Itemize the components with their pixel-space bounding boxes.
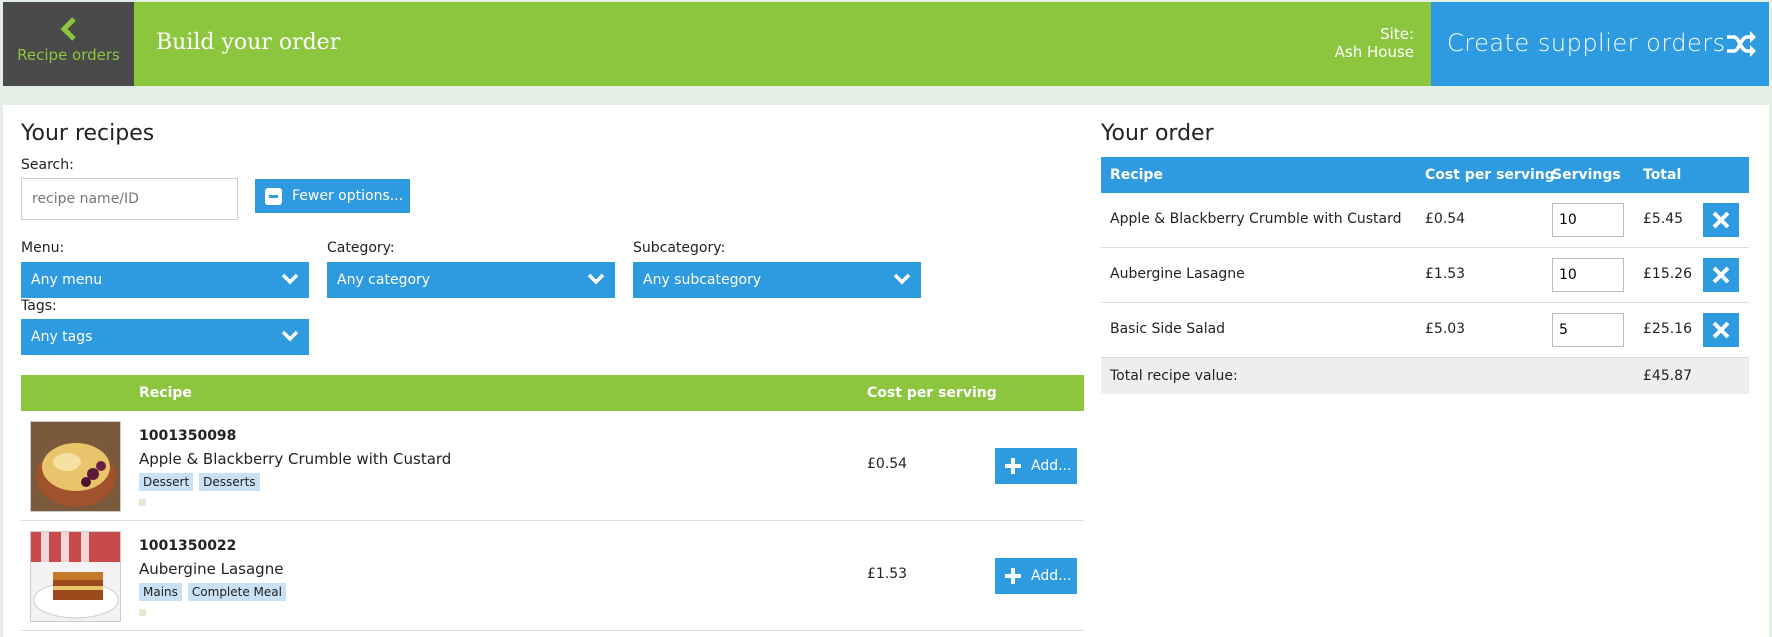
recipe-name: Apple & Blackberry Crumble with Custard — [139, 450, 452, 468]
top-header: Recipe orders Build your order Site: Ash… — [3, 2, 1769, 86]
recipe-id: 1001350098 — [139, 428, 237, 444]
search-input[interactable] — [21, 178, 238, 220]
add-button-label: Add... — [1031, 568, 1072, 584]
page-title: Build your order — [156, 30, 341, 55]
add-recipe-button[interactable]: Add... — [995, 448, 1077, 484]
order-row: Aubergine Lasagne £1.53 £15.26 — [1101, 248, 1749, 303]
order-row: Basic Side Salad £5.03 £25.16 — [1101, 303, 1749, 358]
category-dropdown-value: Any category — [337, 272, 431, 288]
your-order-title: Your order — [1101, 121, 1214, 146]
tags-dropdown[interactable]: Any tags — [21, 319, 309, 355]
servings-input[interactable] — [1552, 258, 1624, 292]
subcategory-label: Subcategory: — [633, 240, 726, 256]
site-name: Ash House — [1334, 43, 1414, 61]
recipe-tags: Mains Complete Meal — [139, 583, 286, 601]
close-icon — [1712, 321, 1730, 339]
order-total-column-header: Total — [1643, 167, 1682, 183]
close-icon — [1712, 211, 1730, 229]
recipe-name: Aubergine Lasagne — [139, 560, 284, 578]
servings-input[interactable] — [1552, 313, 1624, 347]
order-recipe-cost: £5.03 — [1425, 321, 1466, 337]
order-total-label: Total recipe value: — [1110, 368, 1238, 384]
plus-icon — [1005, 568, 1021, 584]
site-label: Site: — [1380, 25, 1414, 43]
chevron-down-icon — [281, 273, 299, 285]
recipe-column-header: Recipe — [139, 385, 192, 401]
order-recipe-name: Apple & Blackberry Crumble with Custard — [1110, 211, 1402, 227]
add-button-label: Add... — [1031, 458, 1072, 474]
order-recipe-cost: £1.53 — [1425, 266, 1466, 282]
fewer-options-button[interactable]: Fewer options... — [255, 179, 410, 213]
recipe-id: 1001350022 — [139, 538, 237, 554]
order-recipe-name: Basic Side Salad — [1110, 321, 1226, 337]
tag-badge: Mains — [139, 583, 182, 601]
tag-badge: Complete Meal — [187, 583, 286, 601]
status-indicator — [139, 609, 146, 616]
minus-icon — [265, 187, 282, 205]
your-recipes-title: Your recipes — [21, 121, 155, 146]
search-label: Search: — [21, 157, 74, 173]
shuffle-icon — [1727, 31, 1756, 57]
recipe-thumbnail — [30, 421, 121, 512]
status-indicator — [139, 499, 146, 506]
order-total-row: Total recipe value: £45.87 — [1101, 358, 1749, 394]
chevron-down-icon — [587, 273, 605, 285]
menu-dropdown-value: Any menu — [31, 272, 103, 288]
plus-icon — [1005, 458, 1021, 474]
menu-dropdown[interactable]: Any menu — [21, 262, 309, 298]
add-recipe-button[interactable]: Add... — [995, 558, 1077, 594]
menu-label: Menu: — [21, 240, 65, 256]
recipe-cost: £0.54 — [867, 456, 908, 472]
order-servings-column-header: Servings — [1552, 167, 1621, 183]
chevron-down-icon — [281, 330, 299, 342]
recipes-table-header: Recipe Cost per serving — [21, 375, 1084, 411]
chevron-left-icon — [59, 17, 76, 41]
recipes-table: Recipe Cost per serving 1001350098 Apple… — [21, 375, 1084, 631]
order-row-total: £5.45 — [1643, 211, 1684, 227]
order-recipe-column-header: Recipe — [1110, 167, 1163, 183]
cost-column-header: Cost per serving — [867, 385, 997, 401]
order-cost-column-header: Cost per serving — [1425, 167, 1555, 183]
remove-order-item-button[interactable] — [1703, 203, 1739, 237]
recipe-thumbnail — [30, 531, 121, 622]
category-label: Category: — [327, 240, 395, 256]
order-table: Recipe Cost per serving Servings Total A… — [1101, 157, 1749, 394]
category-dropdown[interactable]: Any category — [327, 262, 615, 298]
close-icon — [1712, 266, 1730, 284]
tag-badge: Dessert — [139, 473, 194, 491]
order-table-header: Recipe Cost per serving Servings Total — [1101, 157, 1749, 193]
tags-label: Tags: — [21, 298, 57, 314]
back-button-label: Recipe orders — [17, 46, 120, 64]
order-total-value: £45.87 — [1643, 368, 1692, 384]
order-row-total: £25.16 — [1643, 321, 1692, 337]
order-row-total: £15.26 — [1643, 266, 1692, 282]
tags-dropdown-value: Any tags — [31, 329, 93, 345]
order-row: Apple & Blackberry Crumble with Custard … — [1101, 193, 1749, 248]
remove-order-item-button[interactable] — [1703, 258, 1739, 292]
back-to-recipe-orders-button[interactable]: Recipe orders — [3, 2, 134, 86]
site-info: Site: Ash House — [1335, 25, 1414, 61]
chevron-down-icon — [893, 273, 911, 285]
order-recipe-name: Aubergine Lasagne — [1110, 266, 1245, 282]
recipe-tags: Dessert Desserts — [139, 473, 260, 491]
table-row: 1001350022 Aubergine Lasagne Mains Compl… — [21, 521, 1084, 631]
order-recipe-cost: £0.54 — [1425, 211, 1466, 227]
subcategory-dropdown-value: Any subcategory — [643, 272, 762, 288]
fewer-options-label: Fewer options... — [292, 188, 404, 204]
create-supplier-orders-button[interactable]: Create supplier orders — [1431, 2, 1769, 86]
create-supplier-orders-label: Create supplier orders — [1447, 29, 1726, 57]
recipe-cost: £1.53 — [867, 566, 908, 582]
tag-badge: Desserts — [199, 473, 260, 491]
servings-input[interactable] — [1552, 203, 1624, 237]
main-panel: Your recipes Search: Fewer options... Me… — [3, 105, 1769, 637]
subcategory-dropdown[interactable]: Any subcategory — [633, 262, 921, 298]
table-row: 1001350098 Apple & Blackberry Crumble wi… — [21, 411, 1084, 521]
remove-order-item-button[interactable] — [1703, 313, 1739, 347]
